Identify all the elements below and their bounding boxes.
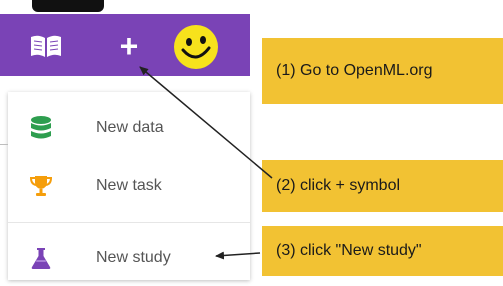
annotation-arrows [139,66,273,260]
arrow-to-plus [139,66,273,179]
arrow-to-new-study [215,251,261,260]
